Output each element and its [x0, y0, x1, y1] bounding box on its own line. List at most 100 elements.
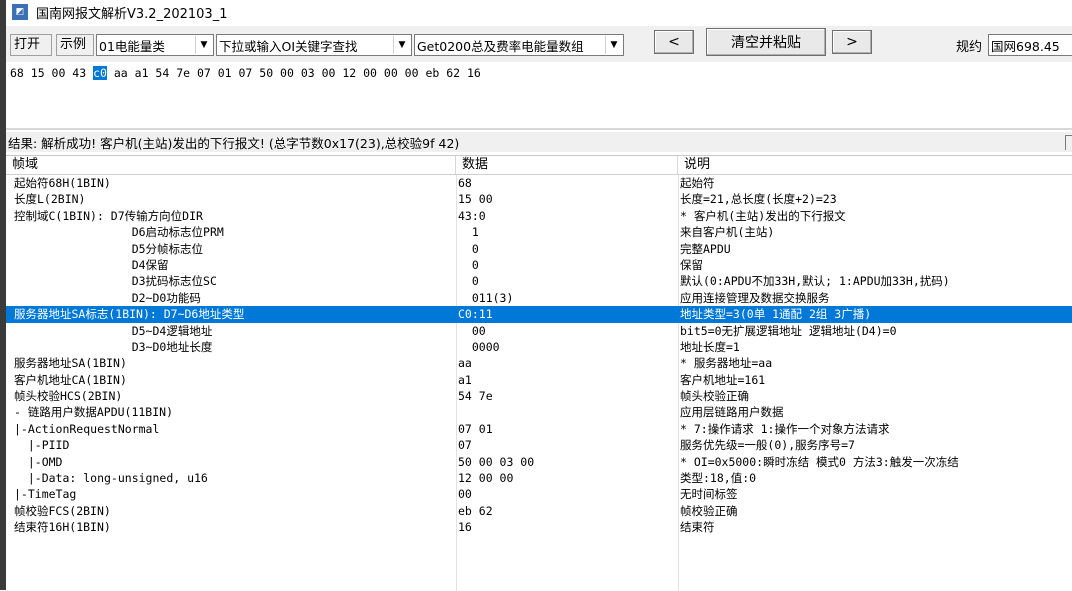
row-data: 00: [458, 487, 472, 502]
row-desc: 保留: [680, 257, 703, 272]
row-desc: 默认(0:APDU不加33H,默认; 1:APDU加33H,扰码): [680, 274, 950, 289]
row-data: 16: [458, 520, 472, 535]
row-field: 控制域C(1BIN): D7传输方向位DIR: [14, 208, 203, 223]
table-row[interactable]: D6启动标志位PRM 1 来自客户机(主站): [6, 224, 1072, 240]
prev-button[interactable]: <: [654, 30, 694, 54]
row-data: 0: [458, 241, 479, 256]
row-data: 54 7e: [458, 389, 493, 404]
example-button[interactable]: 示例: [56, 34, 94, 56]
row-field: 帧头校验HCS(2BIN): [14, 389, 123, 404]
chevron-down-icon[interactable]: ▼: [393, 36, 410, 54]
row-desc: 无时间标签: [680, 487, 738, 502]
row-data: 50 00 03 00: [458, 454, 535, 469]
window-title: 国南网报文解析V3.2_202103_1: [36, 6, 228, 22]
table-row[interactable]: D4保留 0 保留: [6, 257, 1072, 273]
row-desc: 地址类型=3(0单 1通配 2组 3广播): [680, 307, 872, 322]
row-field: D4保留: [14, 257, 169, 272]
row-data: 00: [458, 323, 486, 338]
table-row[interactable]: 结束符16H(1BIN) 16 结束符: [6, 519, 1072, 535]
table-body: 起始符68H(1BIN) 68 起始符 长度L(2BIN) 15 00 长度=21,总长度…: [6, 175, 1072, 536]
row-desc: 结束符: [680, 520, 715, 535]
row-desc: * OI=0x5000:瞬时冻结 模式0 方法3:触发一次冻结: [680, 454, 959, 469]
row-field: D5~D4逻辑地址: [14, 323, 213, 338]
table-row[interactable]: D2~D0功能码 011(3) 应用连接管理及数据交换服务: [6, 290, 1072, 306]
oi-search-combo[interactable]: 下拉或输入OI关键字查找 ▼: [216, 34, 412, 56]
table-row[interactable]: |-OMD 50 00 03 00 * OI=0x5000:瞬时冻结 模式0 方法3…: [6, 454, 1072, 470]
row-data: 07: [458, 438, 472, 453]
row-desc: * 服务器地址=aa: [680, 356, 773, 371]
parse-table: 帧域 数据 说明 起始符68H(1BIN) 68 起始符 长度L(2BIN) 15 00…: [6, 155, 1072, 591]
table-row[interactable]: 服务器地址SA(1BIN) aa * 服务器地址=aa: [6, 355, 1072, 371]
row-field: |-Data: long-unsigned, u16: [14, 471, 208, 486]
table-row[interactable]: 帧校验FCS(2BIN) eb 62 帧校验正确: [6, 503, 1072, 519]
row-field: |-OMD: [14, 454, 63, 469]
table-row[interactable]: |-TimeTag 00 无时间标签: [6, 486, 1072, 502]
table-row[interactable]: 起始符68H(1BIN) 68 起始符: [6, 175, 1072, 191]
clear-paste-button[interactable]: 清空并粘贴: [706, 28, 826, 56]
table-row[interactable]: D3扰码标志位SC 0 默认(0:APDU不加33H,默认; 1:APDU加33H…: [6, 273, 1072, 289]
row-field: 帧校验FCS(2BIN): [14, 503, 111, 518]
table-row[interactable]: D5~D4逻辑地址 00 bit5=0无扩展逻辑地址 逻辑地址(D4)=0: [6, 323, 1072, 339]
next-button[interactable]: >: [832, 30, 872, 54]
app-icon: ◩: [12, 4, 28, 20]
title-bar: ◩ 国南网报文解析V3.2_202103_1: [6, 0, 1072, 24]
splitter[interactable]: [6, 128, 1072, 130]
table-row[interactable]: 服务器地址SA标志(1BIN): D7~D6地址类型 C0:11 地址类型=3(0单…: [6, 306, 1072, 323]
row-desc: 服务优先级=一般(0),服务序号=7: [680, 438, 855, 453]
row-desc: 帧头校验正确: [680, 389, 749, 404]
row-data: 07 01: [458, 421, 493, 436]
table-row[interactable]: - 链路用户数据APDU(11BIN) 应用层链路用户数据: [6, 404, 1072, 420]
row-field: 长度L(2BIN): [14, 192, 86, 207]
row-desc: 帧校验正确: [680, 503, 738, 518]
table-row[interactable]: D5分帧标志位 0 完整APDU: [6, 241, 1072, 257]
row-data: 011(3): [458, 290, 514, 305]
hex-input-area[interactable]: 68 15 00 43 c0 aa a1 54 7e 07 01 07 50 0…: [6, 62, 1072, 134]
table-row[interactable]: D3~D0地址长度 0000 地址长度=1: [6, 339, 1072, 355]
header-desc[interactable]: 说明: [678, 156, 1072, 174]
hex-before: 68 15 00 43: [10, 66, 94, 80]
table-row[interactable]: 帧头校验HCS(2BIN) 54 7e 帧头校验正确: [6, 388, 1072, 404]
table-header: 帧域 数据 说明: [6, 156, 1072, 175]
table-row[interactable]: |-ActionRequestNormal 07 01 * 7:操作请求 1:操作一…: [6, 421, 1072, 437]
row-data: 68: [458, 176, 472, 190]
oi-search-value: 下拉或输入OI关键字查找: [219, 38, 358, 54]
chevron-down-icon[interactable]: ▼: [195, 36, 212, 54]
table-row[interactable]: 客户机地址CA(1BIN) a1 客户机地址=161: [6, 372, 1072, 388]
protocol-combo[interactable]: 国网698.45: [988, 34, 1072, 56]
row-data: 15 00: [458, 192, 493, 207]
result-text: 结果: 解析成功! 客户机(主站)发出的下行报文! (总字节数0x17(23),…: [8, 135, 460, 151]
object-combo[interactable]: Get0200总及费率电能量数组 ▼: [414, 34, 624, 56]
row-data: a1: [458, 372, 472, 387]
row-data: 0: [458, 257, 479, 272]
header-data[interactable]: 数据: [456, 156, 678, 174]
row-field: |-ActionRequestNormal: [14, 421, 160, 436]
chevron-down-icon[interactable]: ▼: [605, 36, 622, 54]
object-combo-value: Get0200总及费率电能量数组: [417, 38, 584, 54]
row-desc: 客户机地址=161: [680, 372, 766, 387]
table-row[interactable]: |-Data: long-unsigned, u16 12 00 00 类型:18,…: [6, 470, 1072, 486]
hex-after: aa a1 54 7e 07 01 07 50 00 03 00 12 00 0…: [106, 66, 481, 80]
row-desc: 长度=21,总长度(长度+2)=23: [680, 192, 837, 207]
header-field[interactable]: 帧域: [6, 156, 456, 174]
toolbar: 打开 示例 01电能量类 ▼ 下拉或输入OI关键字查找 ▼ Get0200总及费…: [6, 26, 1072, 62]
row-desc: 完整APDU: [680, 241, 731, 256]
hex-text[interactable]: 68 15 00 43 c0 aa a1 54 7e 07 01 07 50 0…: [10, 66, 481, 80]
row-field: D3~D0地址长度: [14, 339, 213, 354]
result-box-edge: [1065, 135, 1072, 150]
row-field: D5分帧标志位: [14, 241, 204, 256]
row-desc: * 客户机(主站)发出的下行报文: [680, 208, 846, 223]
row-data: 43:0: [458, 208, 486, 223]
row-desc: bit5=0无扩展逻辑地址 逻辑地址(D4)=0: [680, 323, 897, 338]
table-row[interactable]: 控制域C(1BIN): D7传输方向位DIR 43:0 * 客户机(主站)发出的下行…: [6, 208, 1072, 224]
row-desc: 应用连接管理及数据交换服务: [680, 290, 830, 305]
table-row[interactable]: 长度L(2BIN) 15 00 长度=21,总长度(长度+2)=23: [6, 191, 1072, 207]
hex-highlight: c0: [93, 66, 107, 80]
protocol-value: 国网698.45: [991, 38, 1060, 54]
row-field: D3扰码标志位SC: [14, 274, 217, 289]
row-data: 0000: [458, 339, 500, 354]
row-data: C0:11: [458, 307, 493, 322]
example-select[interactable]: 01电能量类 ▼: [96, 34, 214, 56]
row-data: 0: [458, 274, 479, 289]
open-button[interactable]: 打开: [10, 34, 52, 56]
table-row[interactable]: |-PIID 07 服务优先级=一般(0),服务序号=7: [6, 437, 1072, 453]
